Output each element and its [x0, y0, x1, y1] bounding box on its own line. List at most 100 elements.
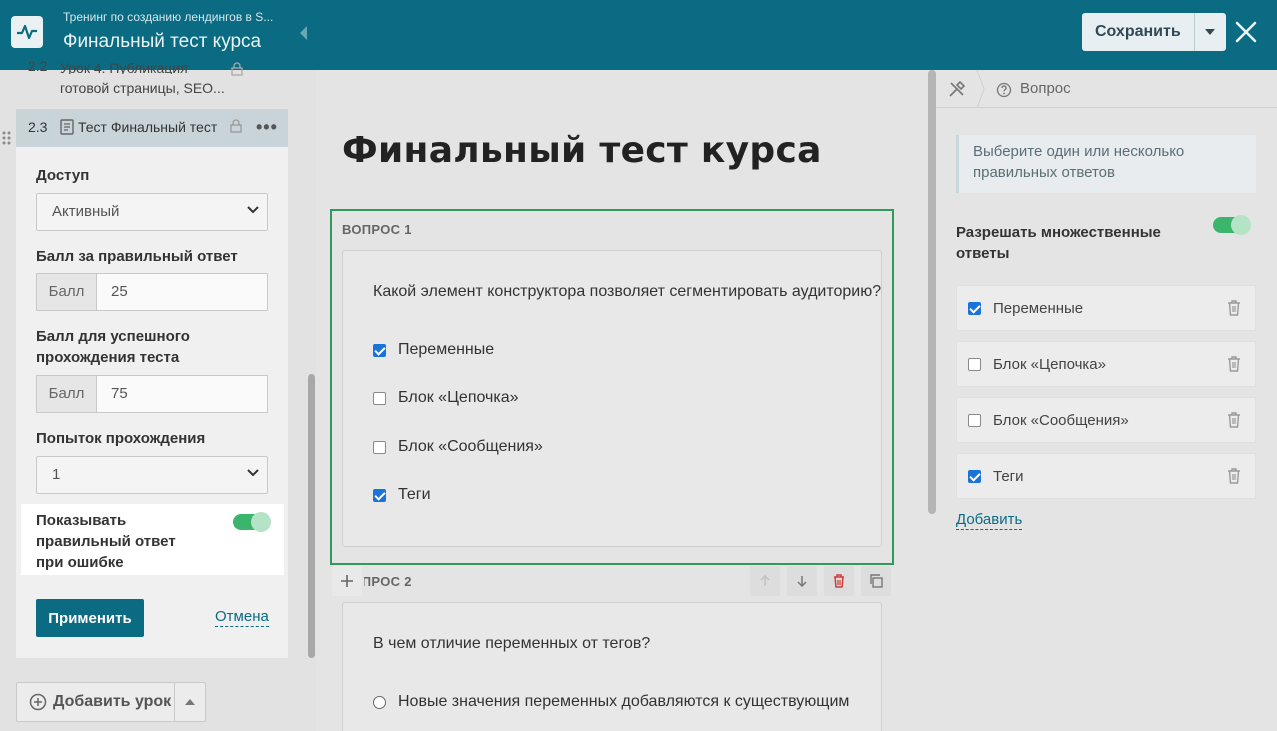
show-answer-toggle[interactable] — [233, 512, 271, 532]
question-2-card — [342, 602, 882, 731]
trash-icon[interactable] — [1227, 412, 1241, 428]
score-value[interactable]: 25 — [97, 274, 128, 310]
question-help-icon — [996, 82, 1012, 103]
score-input[interactable]: Балл 25 — [36, 273, 268, 311]
lock-icon — [231, 62, 243, 81]
lesson-number: 2.2 — [28, 58, 48, 74]
close-icon[interactable] — [1232, 18, 1260, 46]
save-button[interactable]: Сохранить — [1082, 13, 1194, 51]
q1-option-4[interactable]: Теги — [373, 486, 431, 504]
answer-label[interactable]: Блок «Цепочка» — [993, 356, 1106, 373]
delete-question-button[interactable] — [824, 566, 854, 596]
show-answer-label: Показывать правильный ответ при ошибке — [36, 512, 176, 571]
arrow-up-icon — [760, 575, 770, 586]
answer-label[interactable]: Переменные — [993, 300, 1083, 317]
attempts-label: Попыток прохождения — [36, 430, 206, 447]
canvas-scrollbar[interactable] — [928, 70, 936, 514]
plus-circle-icon — [29, 693, 47, 711]
lesson-number: 2.3 — [28, 119, 48, 135]
save-button-group: Сохранить — [1082, 13, 1226, 51]
lesson-menu-icon[interactable]: ••• — [256, 117, 278, 138]
radio-button[interactable] — [373, 695, 386, 709]
answer-row-4[interactable]: Теги — [956, 453, 1256, 499]
lesson-title: Урок 4. Публикация — [60, 60, 188, 74]
q2-option-1[interactable]: Новые значения переменных добавляются к … — [373, 693, 849, 711]
arrow-down-icon — [797, 576, 807, 587]
score-label: Балл за правильный ответ — [36, 248, 238, 265]
add-lesson-label: Добавить урок — [53, 693, 172, 710]
breadcrumb-question: Вопрос — [1020, 80, 1071, 97]
option-label: Переменные — [398, 341, 495, 358]
add-question-button[interactable] — [332, 566, 362, 596]
test-title[interactable]: Финальный тест курса — [342, 130, 822, 171]
question-2-text[interactable]: В чем отличие переменных от тегов? — [373, 635, 650, 653]
plus-icon — [341, 575, 353, 587]
question-1-text[interactable]: Какой элемент конструктора позволяет сег… — [373, 283, 881, 301]
multiple-answers-label: Разрешать множественные ответы — [956, 224, 1161, 262]
answer-row-2[interactable]: Блок «Цепочка» — [956, 341, 1256, 387]
move-up-button[interactable] — [750, 566, 780, 596]
access-label: Доступ — [36, 167, 90, 184]
drag-handle-icon[interactable] — [2, 130, 12, 151]
course-name: Тренинг по созданию лендингов в S... — [63, 10, 274, 24]
tools-icon[interactable] — [948, 80, 966, 103]
pass-score-label: Балл для успешного прохождения теста — [36, 328, 190, 366]
apply-button[interactable]: Применить — [36, 599, 144, 637]
question-1-label: ВОПРОС 1 — [342, 222, 412, 237]
copy-icon — [870, 574, 883, 588]
lesson-title-continued: готовой страницы, SEO... — [60, 80, 225, 96]
add-lesson-button-group: Добавить урок — [16, 682, 206, 722]
move-down-button[interactable] — [787, 566, 817, 596]
chevron-up-icon[interactable] — [175, 683, 205, 721]
trash-icon — [834, 574, 844, 588]
q1-option-1[interactable]: Переменные — [373, 341, 494, 359]
score-prefix: Балл — [37, 274, 97, 310]
lesson-settings-panel: Доступ Активный Балл за правильный ответ… — [16, 147, 288, 658]
answer-row-1[interactable]: Переменные — [956, 285, 1256, 331]
add-answer-link[interactable]: Добавить — [956, 511, 1023, 530]
access-select[interactable]: Активный — [36, 193, 268, 231]
pass-score-input[interactable]: Балл 75 — [36, 375, 268, 413]
trash-icon[interactable] — [1227, 300, 1241, 316]
checkbox[interactable] — [968, 357, 981, 371]
hint-text: Выберите один или несколько правильных о… — [956, 135, 1256, 193]
option-label: Блок «Цепочка» — [398, 389, 519, 406]
lesson-title: Тест Финальный тест — [78, 119, 218, 135]
sidebar-scrollbar[interactable] — [308, 374, 315, 658]
option-label: Теги — [398, 486, 431, 503]
pass-score-prefix: Балл — [37, 376, 97, 412]
attempts-select-value: 1 — [52, 466, 61, 483]
checkbox-checked[interactable] — [968, 301, 981, 315]
app-logo-icon[interactable] — [11, 16, 43, 48]
checkbox-checked[interactable] — [968, 469, 981, 483]
checkbox-checked[interactable] — [373, 343, 386, 357]
duplicate-question-button[interactable] — [861, 566, 891, 596]
chevron-down-icon — [247, 206, 259, 214]
answer-label[interactable]: Блок «Сообщения» — [993, 412, 1129, 429]
access-select-value: Активный — [52, 203, 120, 220]
lock-icon — [230, 119, 242, 138]
collapse-sidebar-icon[interactable] — [297, 24, 309, 42]
q1-option-3[interactable]: Блок «Сообщения» — [373, 438, 543, 456]
q1-option-2[interactable]: Блок «Цепочка» — [373, 389, 519, 407]
properties-header: Вопрос — [936, 70, 1277, 108]
answer-row-3[interactable]: Блок «Сообщения» — [956, 397, 1256, 443]
trash-icon[interactable] — [1227, 468, 1241, 484]
trash-icon[interactable] — [1227, 356, 1241, 372]
answer-label[interactable]: Теги — [993, 468, 1024, 485]
save-options-chevron-icon[interactable] — [1193, 13, 1226, 51]
pass-score-value[interactable]: 75 — [97, 376, 128, 412]
checkbox[interactable] — [373, 391, 386, 405]
checkbox-checked[interactable] — [373, 488, 386, 502]
chevron-down-icon — [247, 469, 259, 477]
attempts-select[interactable]: 1 — [36, 456, 268, 494]
show-answer-setting: Показывать правильный ответ при ошибке — [21, 504, 284, 575]
page-title: Финальный тест курса — [63, 31, 262, 52]
lesson-item-active[interactable]: 2.3 Тест Финальный тест ••• — [16, 109, 288, 147]
add-lesson-button[interactable]: Добавить урок — [17, 683, 175, 721]
checkbox[interactable] — [373, 440, 386, 454]
checkbox[interactable] — [968, 413, 981, 427]
cancel-link[interactable]: Отмена — [215, 608, 269, 627]
multiple-answers-toggle[interactable] — [1213, 215, 1251, 235]
test-doc-icon — [60, 119, 74, 135]
